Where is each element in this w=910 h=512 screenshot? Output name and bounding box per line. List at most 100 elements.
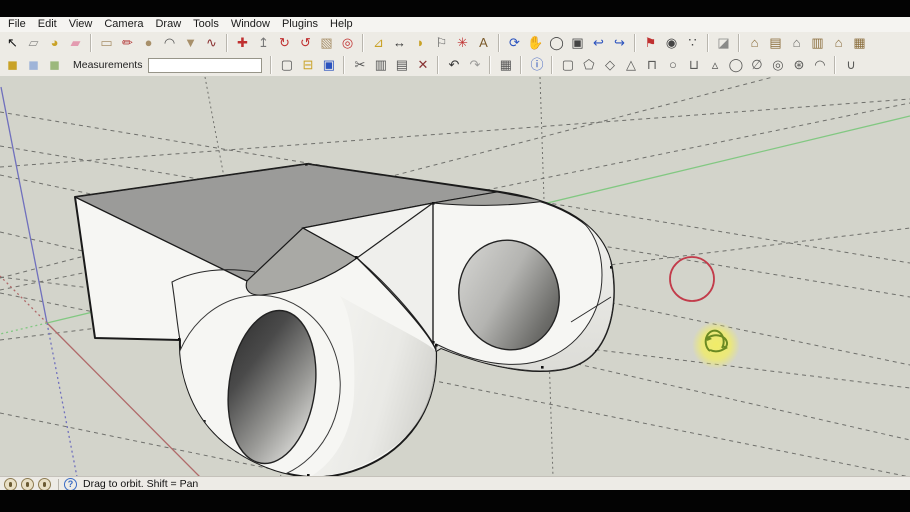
circle-tool[interactable]: ● [138,33,159,53]
orbit-tool[interactable]: ⟳ [504,33,525,53]
new-file-button[interactable]: ▢ [276,55,297,75]
toolbar-group: ▭ ✏ ● ◠ ▼ ∿ [94,33,224,53]
shape-ellipse[interactable]: ∅ [746,55,767,75]
push-pull-tool[interactable]: ↥ [253,33,274,53]
paste-button[interactable]: ▤ [391,55,412,75]
shape-rounded-box[interactable]: ◯ [725,55,746,75]
menu-file[interactable]: File [0,17,32,32]
status-icon-3[interactable] [38,477,51,491]
shape-torus[interactable]: ◎ [767,55,788,75]
toolbar-separator [489,56,492,74]
look-around-tool[interactable]: ◉ [661,33,682,53]
open-file-button[interactable]: ⊟ [297,55,318,75]
view-right[interactable]: ▥ [807,33,828,53]
letterbox-bottom [0,490,910,512]
scale-tool[interactable]: ▧ [316,33,337,53]
print-button[interactable]: ▦ [495,55,516,75]
toolbar-main: ↖ ▱ ◕ ▰ ▭ ✏ ● ◠ ▼ ∿ ✚ ↥ ↻ ↺ ▧ ◎ ⊿ ↔ ◗ ⚐ ✳ A ⟳ ✋ ◯ ▣ ↩ ↪ ⚑ ◉ ∵ ◪ ⌂ ▤ ⌂ ▥ ⌂ ▦ [0,32,910,55]
style-xray[interactable]: ◼ [23,55,44,75]
help-icon[interactable]: ? [64,477,77,491]
toolbar-group: ▢ ⊟ ▣ [274,55,341,75]
erase-button[interactable]: ✕ [412,55,433,75]
toolbar-separator [634,34,636,52]
save-file-button[interactable]: ▣ [318,55,339,75]
menu-window[interactable]: Window [225,17,276,32]
eraser-tool[interactable]: ▰ [65,33,86,53]
toolbar-group: ⊿ ↔ ◗ ⚐ ✳ A [366,33,496,53]
polygon-tool[interactable]: ▼ [180,33,201,53]
shape-box[interactable]: ▢ [557,55,578,75]
menu-draw[interactable]: Draw [149,17,187,32]
dimension-tool[interactable]: ↔ [389,33,410,53]
shape-pentagon[interactable]: ⬠ [578,55,599,75]
previous-view-tool[interactable]: ↩ [588,33,609,53]
rectangle-tool[interactable]: ▭ [96,33,117,53]
pan-tool[interactable]: ✋ [525,33,546,53]
text-tool[interactable]: ⚐ [431,33,452,53]
undo-button[interactable]: ↶ [443,55,464,75]
measurements-box: Measurements [67,57,268,73]
shape-pyramid[interactable]: △ [620,55,641,75]
zoom-extents-tool[interactable]: ▣ [567,33,588,53]
menu-help[interactable]: Help [324,17,359,32]
toolbar-separator [90,34,92,52]
shape-half-cylinder[interactable]: ⊓ [641,55,662,75]
arc-tool[interactable]: ◠ [159,33,180,53]
toolbar-group: ◼ ◼ ◼ [0,55,67,75]
3d-text-tool[interactable]: A [473,33,494,53]
shape-u-tube[interactable]: ∪ [840,55,861,75]
shape-wedge[interactable]: ◇ [599,55,620,75]
view-iso[interactable]: ⌂ [744,33,765,53]
walk-tool[interactable]: ∵ [682,33,703,53]
toolbar-separator [834,56,837,74]
toolbar-group: ↶ ↷ [441,55,487,75]
copy-button[interactable]: ▥ [370,55,391,75]
section-plane-tool[interactable]: ◪ [713,33,734,53]
shape-cone[interactable]: ▵ [704,55,725,75]
menu-bar: File Edit View Camera Draw Tools Window Plugins… [0,17,910,33]
viewport-canvas[interactable] [0,76,910,476]
select-tool[interactable]: ↖ [2,33,23,53]
view-left[interactable]: ▦ [849,33,870,53]
paint-bucket-tool[interactable]: ◕ [44,33,65,53]
style-shaded[interactable]: ◼ [2,55,23,75]
menu-view[interactable]: View [63,17,99,32]
position-camera-tool[interactable]: ⚑ [640,33,661,53]
model-info-button[interactable]: ⓘ [526,55,547,75]
toolbar-group: ⚑ ◉ ∵ [638,33,705,53]
toolbar-separator [270,56,273,74]
tape-measure-tool[interactable]: ⊿ [368,33,389,53]
view-front[interactable]: ⌂ [786,33,807,53]
status-icon-2[interactable] [21,477,34,491]
shape-cylinder[interactable]: ⊔ [683,55,704,75]
menu-tools[interactable]: Tools [187,17,225,32]
shape-sphere[interactable]: ○ [662,55,683,75]
make-component-tool[interactable]: ▱ [23,33,44,53]
next-view-tool[interactable]: ↪ [609,33,630,53]
shape-geodesic-sphere[interactable]: ⊛ [788,55,809,75]
freehand-tool[interactable]: ∿ [201,33,222,53]
toolbar-separator [437,56,440,74]
menu-edit[interactable]: Edit [32,17,63,32]
toolbar-separator [738,34,740,52]
axes-tool[interactable]: ✳ [452,33,473,53]
rotate-tool[interactable]: ↻ [274,33,295,53]
status-message: Drag to orbit. Shift = Pan [83,478,199,490]
redo-button[interactable]: ↷ [464,55,485,75]
measurements-label: Measurements [73,59,143,71]
style-wireframe[interactable]: ◼ [44,55,65,75]
shape-dome[interactable]: ◠ [809,55,830,75]
protractor-tool[interactable]: ◗ [410,33,431,53]
view-back[interactable]: ⌂ [828,33,849,53]
menu-plugins[interactable]: Plugins [276,17,324,32]
status-icon-1[interactable] [4,477,17,491]
move-tool[interactable]: ✚ [232,33,253,53]
measurements-input[interactable] [148,57,263,73]
cut-button[interactable]: ✂ [349,55,370,75]
view-top[interactable]: ▤ [765,33,786,53]
offset-tool[interactable]: ◎ [337,33,358,53]
line-tool[interactable]: ✏ [117,33,138,53]
follow-me-tool[interactable]: ↺ [295,33,316,53]
menu-camera[interactable]: Camera [98,17,149,32]
zoom-tool[interactable]: ◯ [546,33,567,53]
